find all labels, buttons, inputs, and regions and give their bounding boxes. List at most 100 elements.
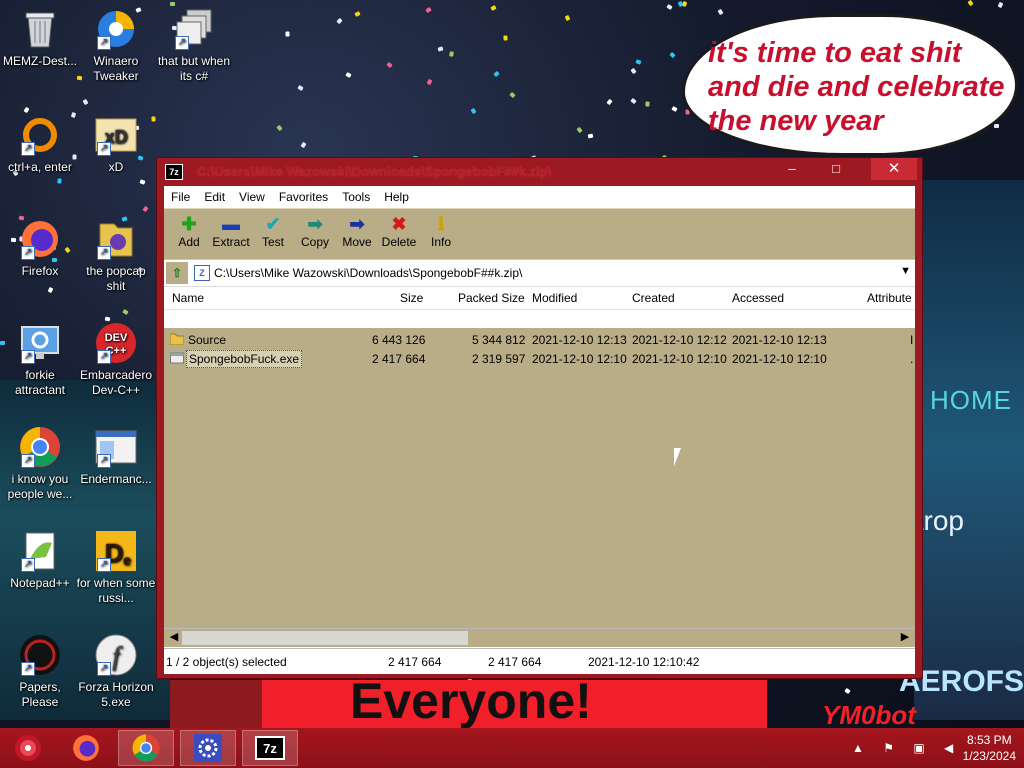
folder-icon (169, 333, 185, 348)
confetti-piece (47, 286, 54, 294)
chevron-down-icon[interactable]: ▼ (900, 265, 911, 277)
toolbar-extract-button[interactable]: ▬ Extract (210, 209, 252, 249)
desktop-icon-devcpp[interactable]: DEV C++ ↗ Embarcadero Dev-C++ (76, 320, 156, 398)
minimize-button[interactable]: – (777, 158, 807, 180)
taskbar: 7z ▲ ⚑ ▣ ◀ 8:53 PM 1/23/2024 (0, 728, 1024, 768)
shortcut-arrow-icon: ↗ (21, 246, 35, 260)
column-name[interactable]: Name (172, 291, 204, 305)
confetti-piece (142, 205, 149, 213)
table-row[interactable]: Source 6 443 126 5 344 812 2021-12-10 12… (164, 330, 915, 349)
toolbar-test-button[interactable]: ✔ Test (252, 209, 294, 249)
address-bar: ⇧ Z C:\Users\Mike Wazowski\Downloads\Spo… (164, 259, 915, 286)
confetti-piece (449, 51, 454, 57)
up-folder-button[interactable]: ⇧ (166, 262, 188, 284)
confetti-piece (645, 101, 650, 107)
scrollbar-thumb[interactable] (182, 631, 468, 645)
column-accessed[interactable]: Accessed (732, 291, 784, 305)
network-icon[interactable]: ▣ (913, 741, 932, 755)
desktop-icon-endermanch[interactable]: ↗ Endermanc... (76, 424, 156, 487)
desktop-icon-label: i know you people we... (7, 472, 73, 501)
maximize-button[interactable]: □ (821, 158, 851, 180)
toolbar-info-button[interactable]: ℹ Info (420, 209, 462, 249)
row-packed: 2 319 597 (472, 352, 526, 366)
confetti-piece (844, 687, 851, 695)
shortcut-arrow-icon: ↗ (21, 558, 35, 572)
desktop-icon-label: forkie attractant (14, 368, 66, 397)
menu-favorites[interactable]: Favorites (272, 190, 335, 204)
clock[interactable]: 8:53 PM 1/23/2024 (963, 732, 1016, 764)
desktop-icon-popcap[interactable]: ↗ the popcap shit (76, 216, 156, 294)
desktop-icon-russian[interactable]: De ↗ for when some russi... (76, 528, 156, 606)
desktop-icon-label: Forza Horizon 5.exe (78, 680, 154, 709)
menu-view[interactable]: View (232, 190, 272, 204)
toolbar-label: Move (342, 235, 372, 249)
flag-icon[interactable]: ⚑ (883, 741, 902, 755)
chrome-icon (132, 734, 160, 762)
column-attribute[interactable]: Attribute (867, 291, 912, 305)
desktop-icon-xd[interactable]: xD ↗ xD (76, 112, 156, 175)
confetti-piece (470, 107, 477, 115)
winaero-icon: ↗ (93, 6, 139, 52)
taskbar-chrome[interactable] (118, 730, 174, 766)
taskbar-firefox[interactable] (58, 730, 114, 766)
file-list[interactable]: Source 6 443 126 5 344 812 2021-12-10 12… (164, 328, 915, 628)
desktop-icon-winaero[interactable]: ↗ Winaero Tweaker (76, 6, 156, 84)
confetti-piece (354, 11, 361, 17)
system-tray-icons[interactable]: ▲ ⚑ ▣ ◀ (852, 741, 961, 755)
horizontal-scrollbar[interactable]: ◀ ▶ (164, 628, 915, 647)
table-row-selected[interactable]: SpongebobFuck.exe 2 417 664 2 319 597 20… (164, 349, 915, 368)
show-hidden-icons-icon[interactable]: ▲ (852, 741, 872, 755)
svg-text:e: e (123, 552, 131, 568)
desktop-icon-csharp[interactable]: ↗ that but when its c# (154, 6, 234, 84)
shortcut-arrow-icon: ↗ (21, 662, 35, 676)
confetti-piece (437, 46, 444, 52)
toolbar-copy-button[interactable]: ➡ Copy (294, 209, 336, 249)
menu-edit[interactable]: Edit (197, 190, 232, 204)
desktop-icon-forkie[interactable]: ↗ forkie attractant (0, 320, 80, 398)
7zip-logo-icon: 7z (165, 164, 183, 180)
desktop-icon-ctrl-a[interactable]: ↗ ctrl+a, enter (0, 112, 80, 175)
monitor-gear-icon: ↗ (17, 320, 63, 366)
column-size[interactable]: Size (400, 291, 423, 305)
start-button[interactable] (0, 730, 56, 766)
firefox-icon (73, 735, 99, 761)
shortcut-arrow-icon: ↗ (21, 350, 35, 364)
close-button[interactable]: ✕ (871, 158, 917, 180)
scroll-left-icon[interactable]: ◀ (166, 630, 182, 643)
volume-muted-icon[interactable]: ◀ (944, 741, 961, 755)
shortcut-arrow-icon: ↗ (97, 142, 111, 156)
row-created: 2021-12-10 12:10 (632, 352, 727, 366)
taskbar-settings[interactable] (180, 730, 236, 766)
column-modified[interactable]: Modified (532, 291, 577, 305)
row-accessed: 2021-12-10 12:13 (732, 333, 827, 347)
address-input[interactable]: Z C:\Users\Mike Wazowski\Downloads\Spong… (194, 263, 915, 283)
menu-help[interactable]: Help (377, 190, 416, 204)
shortcut-arrow-icon: ↗ (97, 662, 111, 676)
recycle-bin-icon (17, 6, 63, 52)
toolbar-delete-button[interactable]: ✖ Delete (378, 209, 420, 249)
toolbar-move-button[interactable]: ➡ Move (336, 209, 378, 249)
toolbar-label: Add (178, 235, 200, 249)
7zip-window[interactable]: 7z C:\Users\Mike Wazowski\Downloads\Spon… (157, 158, 922, 678)
title-bar[interactable]: 7z C:\Users\Mike Wazowski\Downloads\Spon… (157, 158, 922, 186)
row-created: 2021-12-10 12:12 (632, 333, 727, 347)
desktop-icon-firefox[interactable]: ↗ Firefox (0, 216, 80, 279)
confetti-piece (336, 17, 343, 25)
menu-bar: File Edit View Favorites Tools Help (164, 186, 915, 208)
desktop-icon-forza[interactable]: f ↗ Forza Horizon 5.exe (76, 632, 156, 710)
desktop-icon-chrome[interactable]: ↗ i know you people we... (0, 424, 80, 502)
menu-file[interactable]: File (164, 190, 197, 204)
confetti-piece (997, 1, 1004, 9)
desktop-icon-memz[interactable]: MEMZ-Dest... (0, 6, 80, 69)
7zip-icon: 7z (255, 736, 285, 760)
scroll-right-icon[interactable]: ▶ (897, 630, 913, 643)
column-packed-size[interactable]: Packed Size (458, 291, 525, 305)
taskbar-7zip[interactable]: 7z (242, 730, 298, 766)
desktop-icon-notepadpp[interactable]: ↗ Notepad++ (0, 528, 80, 591)
toolbar-add-button[interactable]: ✚ Add (168, 209, 210, 249)
desktop-icon-papers-please[interactable]: ↗ Papers, Please (0, 632, 80, 710)
menu-tools[interactable]: Tools (335, 190, 377, 204)
popcap-folder-icon: ↗ (93, 216, 139, 262)
column-created[interactable]: Created (632, 291, 675, 305)
desktop-icon-label: Notepad++ (10, 576, 70, 590)
